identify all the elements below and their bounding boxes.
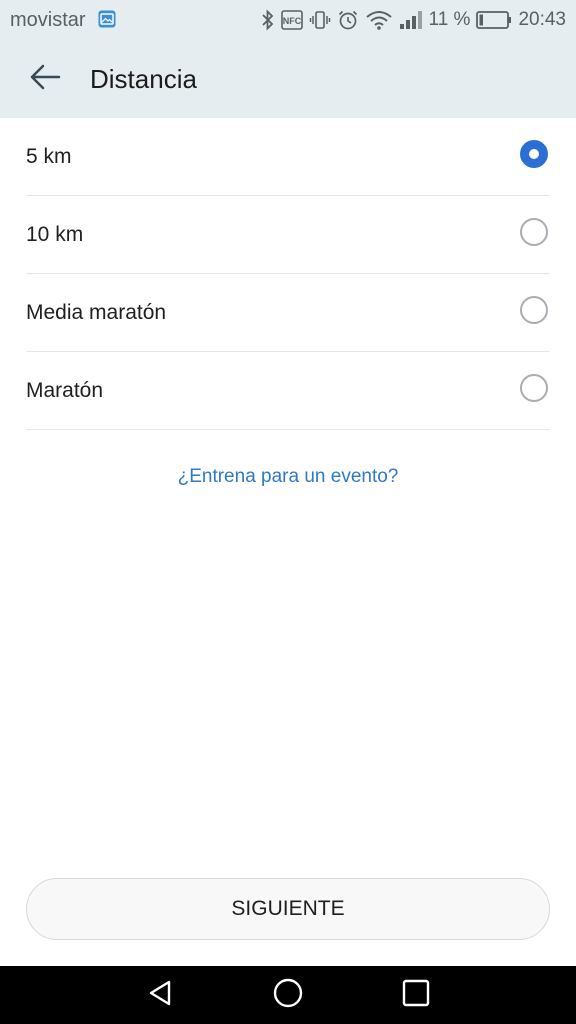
option-label: 5 km	[26, 145, 72, 168]
app-bar: Distancia	[0, 40, 576, 118]
option-5km[interactable]: 5 km	[26, 118, 550, 196]
battery-percent: 11 %	[428, 9, 471, 30]
option-label: Media maratón	[26, 301, 167, 324]
radio-button[interactable]	[520, 374, 548, 402]
train-for-event-link[interactable]: ¿Entrena para un evento?	[0, 464, 576, 490]
image-icon	[98, 10, 116, 28]
back-triangle-icon	[145, 978, 175, 1013]
navigation-bar	[0, 966, 576, 1024]
arrow-left-icon	[29, 63, 61, 96]
wifi-icon	[365, 9, 393, 31]
option-label: 10 km	[26, 223, 84, 246]
nav-recents-button[interactable]	[398, 977, 434, 1013]
clock: 20:43	[518, 9, 566, 30]
radio-button[interactable]	[520, 296, 548, 324]
bluetooth-icon	[261, 9, 275, 31]
nav-home-button[interactable]	[270, 977, 306, 1013]
option-10km[interactable]: 10 km	[26, 196, 550, 274]
page-title: Distancia	[90, 64, 197, 94]
distance-options: 5 km 10 km Media maratón Maratón	[26, 118, 550, 430]
battery-icon	[476, 10, 512, 30]
option-marathon[interactable]: Maratón	[26, 352, 550, 430]
vibrate-icon	[309, 9, 331, 31]
recents-square-icon	[401, 978, 431, 1013]
radio-button[interactable]	[520, 218, 548, 246]
back-button[interactable]	[20, 54, 70, 104]
nfc-icon: NFC	[280, 10, 303, 30]
nav-back-button[interactable]	[142, 977, 178, 1013]
status-bar: movistar NFC 11 % 20:43	[0, 0, 576, 40]
carrier-name: movistar	[10, 9, 86, 31]
svg-text:NFC: NFC	[282, 16, 301, 26]
option-half-marathon[interactable]: Media maratón	[26, 274, 550, 352]
alarm-icon	[337, 9, 359, 31]
option-label: Maratón	[26, 379, 104, 402]
next-button[interactable]: SIGUIENTE	[26, 878, 550, 940]
home-circle-icon	[272, 977, 304, 1014]
radio-button-selected[interactable]	[520, 140, 548, 168]
signal-icon	[399, 9, 423, 31]
